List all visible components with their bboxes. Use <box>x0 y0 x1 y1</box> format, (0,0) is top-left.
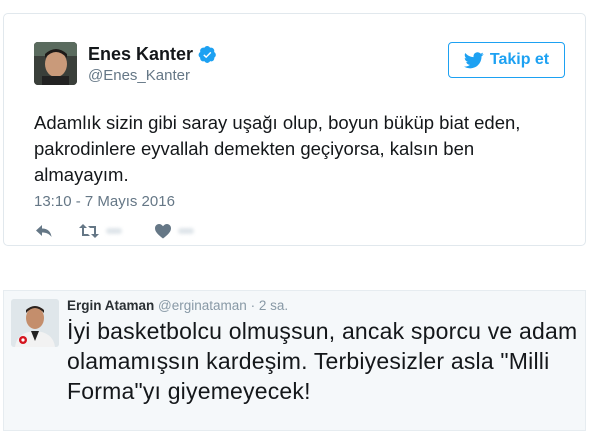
tweet-actions <box>34 223 194 239</box>
like-count-blurred <box>178 228 194 234</box>
reply-button[interactable] <box>34 223 54 239</box>
author-avatar[interactable] <box>11 299 59 347</box>
tweet-text: Adamlık sizin gibi saray uşağı olup, boy… <box>34 112 521 185</box>
tweet-text: İyi basketbolcu olmuşsun, ancak sporcu v… <box>67 318 578 404</box>
retweet-button[interactable] <box>78 223 122 239</box>
tweet-card-ergin-ataman: Ergin Ataman @ergin​ataman · 2 sa. İyi b… <box>3 290 586 431</box>
separator-dot: · <box>250 298 256 313</box>
retweet-icon <box>79 224 99 238</box>
verified-badge-icon <box>198 46 216 63</box>
twitter-bird-icon <box>463 51 484 68</box>
reply-icon <box>36 225 52 237</box>
tweet-time-ago[interactable]: 2 sa. <box>259 298 288 313</box>
author-handle[interactable]: @ergin​ataman <box>158 298 247 313</box>
follow-button-label: Takip et <box>489 51 550 68</box>
tweet-card-enes-kanter: Enes Kanter @Enes_Kanter Takip et Adamlı… <box>3 13 586 246</box>
author-name[interactable]: Ergin Ataman <box>67 298 154 313</box>
retweet-count-blurred <box>106 228 122 234</box>
author-avatar[interactable] <box>34 42 77 85</box>
tweet-header: Ergin Ataman @ergin​ataman · 2 sa. <box>67 298 288 313</box>
author-name-text[interactable]: Enes Kanter <box>88 44 193 65</box>
tweet-timestamp[interactable]: 13:10 - 7 Mayıs 2016 <box>34 193 175 210</box>
like-icon <box>155 224 171 239</box>
like-button[interactable] <box>154 223 194 239</box>
follow-button[interactable]: Takip et <box>448 42 565 78</box>
author-name[interactable]: Enes Kanter <box>88 44 217 65</box>
author-handle[interactable]: @Enes_Kanter <box>88 67 190 84</box>
